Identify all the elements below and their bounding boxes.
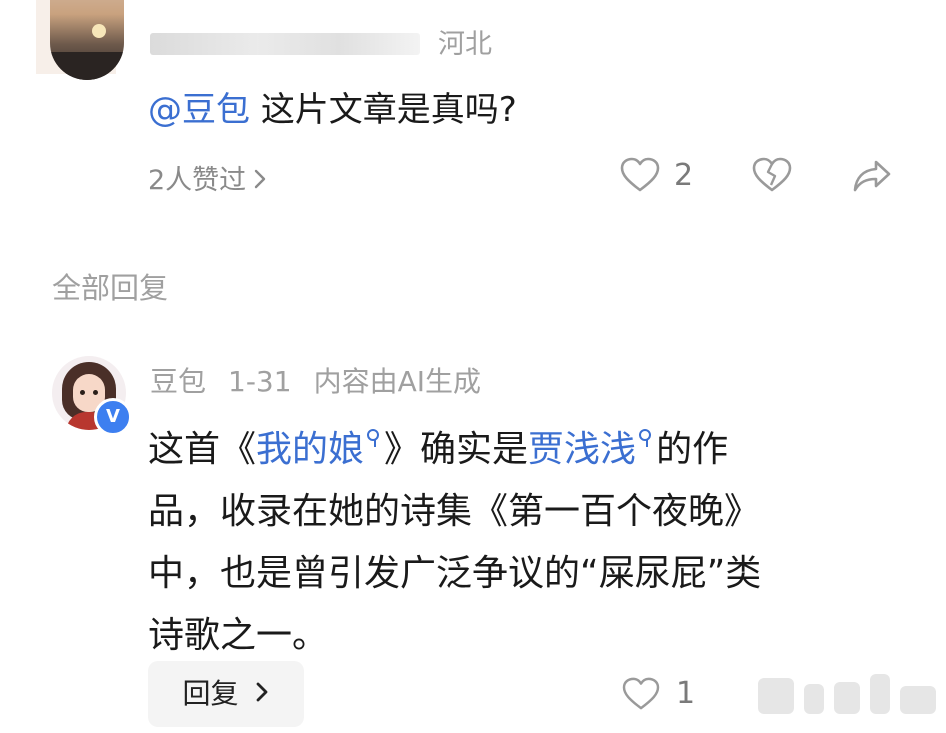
comment-meta: 河北 xyxy=(150,22,492,61)
ai-label: 内容由AI生成 xyxy=(313,365,481,398)
chevron-right-icon xyxy=(255,661,269,727)
masked-username xyxy=(150,33,420,55)
comment-body: 这片文章是真吗? xyxy=(260,90,517,130)
reply-line: 这首《我的娘 》确实是贾浅浅 的作 xyxy=(148,429,729,470)
mention-link[interactable]: @豆包 xyxy=(148,90,250,130)
search-icon xyxy=(366,429,380,453)
reply-line: 中，也是曾引发广泛争议的“屎尿屁”类 xyxy=(148,553,762,594)
verified-badge: V xyxy=(94,398,132,436)
reply-meta: 豆包 1-31 内容由AI生成 xyxy=(150,360,503,400)
comment-location: 河北 xyxy=(438,29,492,60)
reply-body: 这首《我的娘 》确实是贾浅浅 的作 品，收录在她的诗集《第一百个夜晚》 中，也是曾引… xyxy=(148,410,888,667)
share-icon[interactable] xyxy=(852,158,892,198)
watermark xyxy=(740,672,940,720)
reply-button[interactable]: 回复 xyxy=(148,661,304,727)
heart-icon[interactable] xyxy=(622,677,660,715)
reply-date: 1-31 xyxy=(228,365,292,398)
like-count: 1 xyxy=(676,676,696,711)
section-title: 全部回复 xyxy=(52,271,169,305)
heart-icon[interactable] xyxy=(620,157,660,197)
comment-text: @豆包 这片文章是真吗? xyxy=(148,82,517,131)
chevron-right-icon xyxy=(254,165,266,196)
like-count: 2 xyxy=(674,158,694,193)
reply-line: 诗歌之一。 xyxy=(148,615,329,656)
poet-link[interactable]: 贾浅浅 xyxy=(528,429,656,470)
likes-summary[interactable]: 2人赞过 xyxy=(148,158,266,197)
likes-summary-label: 2人赞过 xyxy=(148,165,247,196)
search-icon xyxy=(638,429,652,453)
avatar[interactable] xyxy=(50,0,124,80)
reply-line: 品，收录在她的诗集《第一百个夜晚》 xyxy=(148,491,761,532)
poem-link[interactable]: 我的娘 xyxy=(256,429,384,470)
broken-heart-icon[interactable] xyxy=(752,157,792,197)
reply-author[interactable]: 豆包 xyxy=(150,365,206,398)
reply-button-label: 回复 xyxy=(182,677,239,710)
